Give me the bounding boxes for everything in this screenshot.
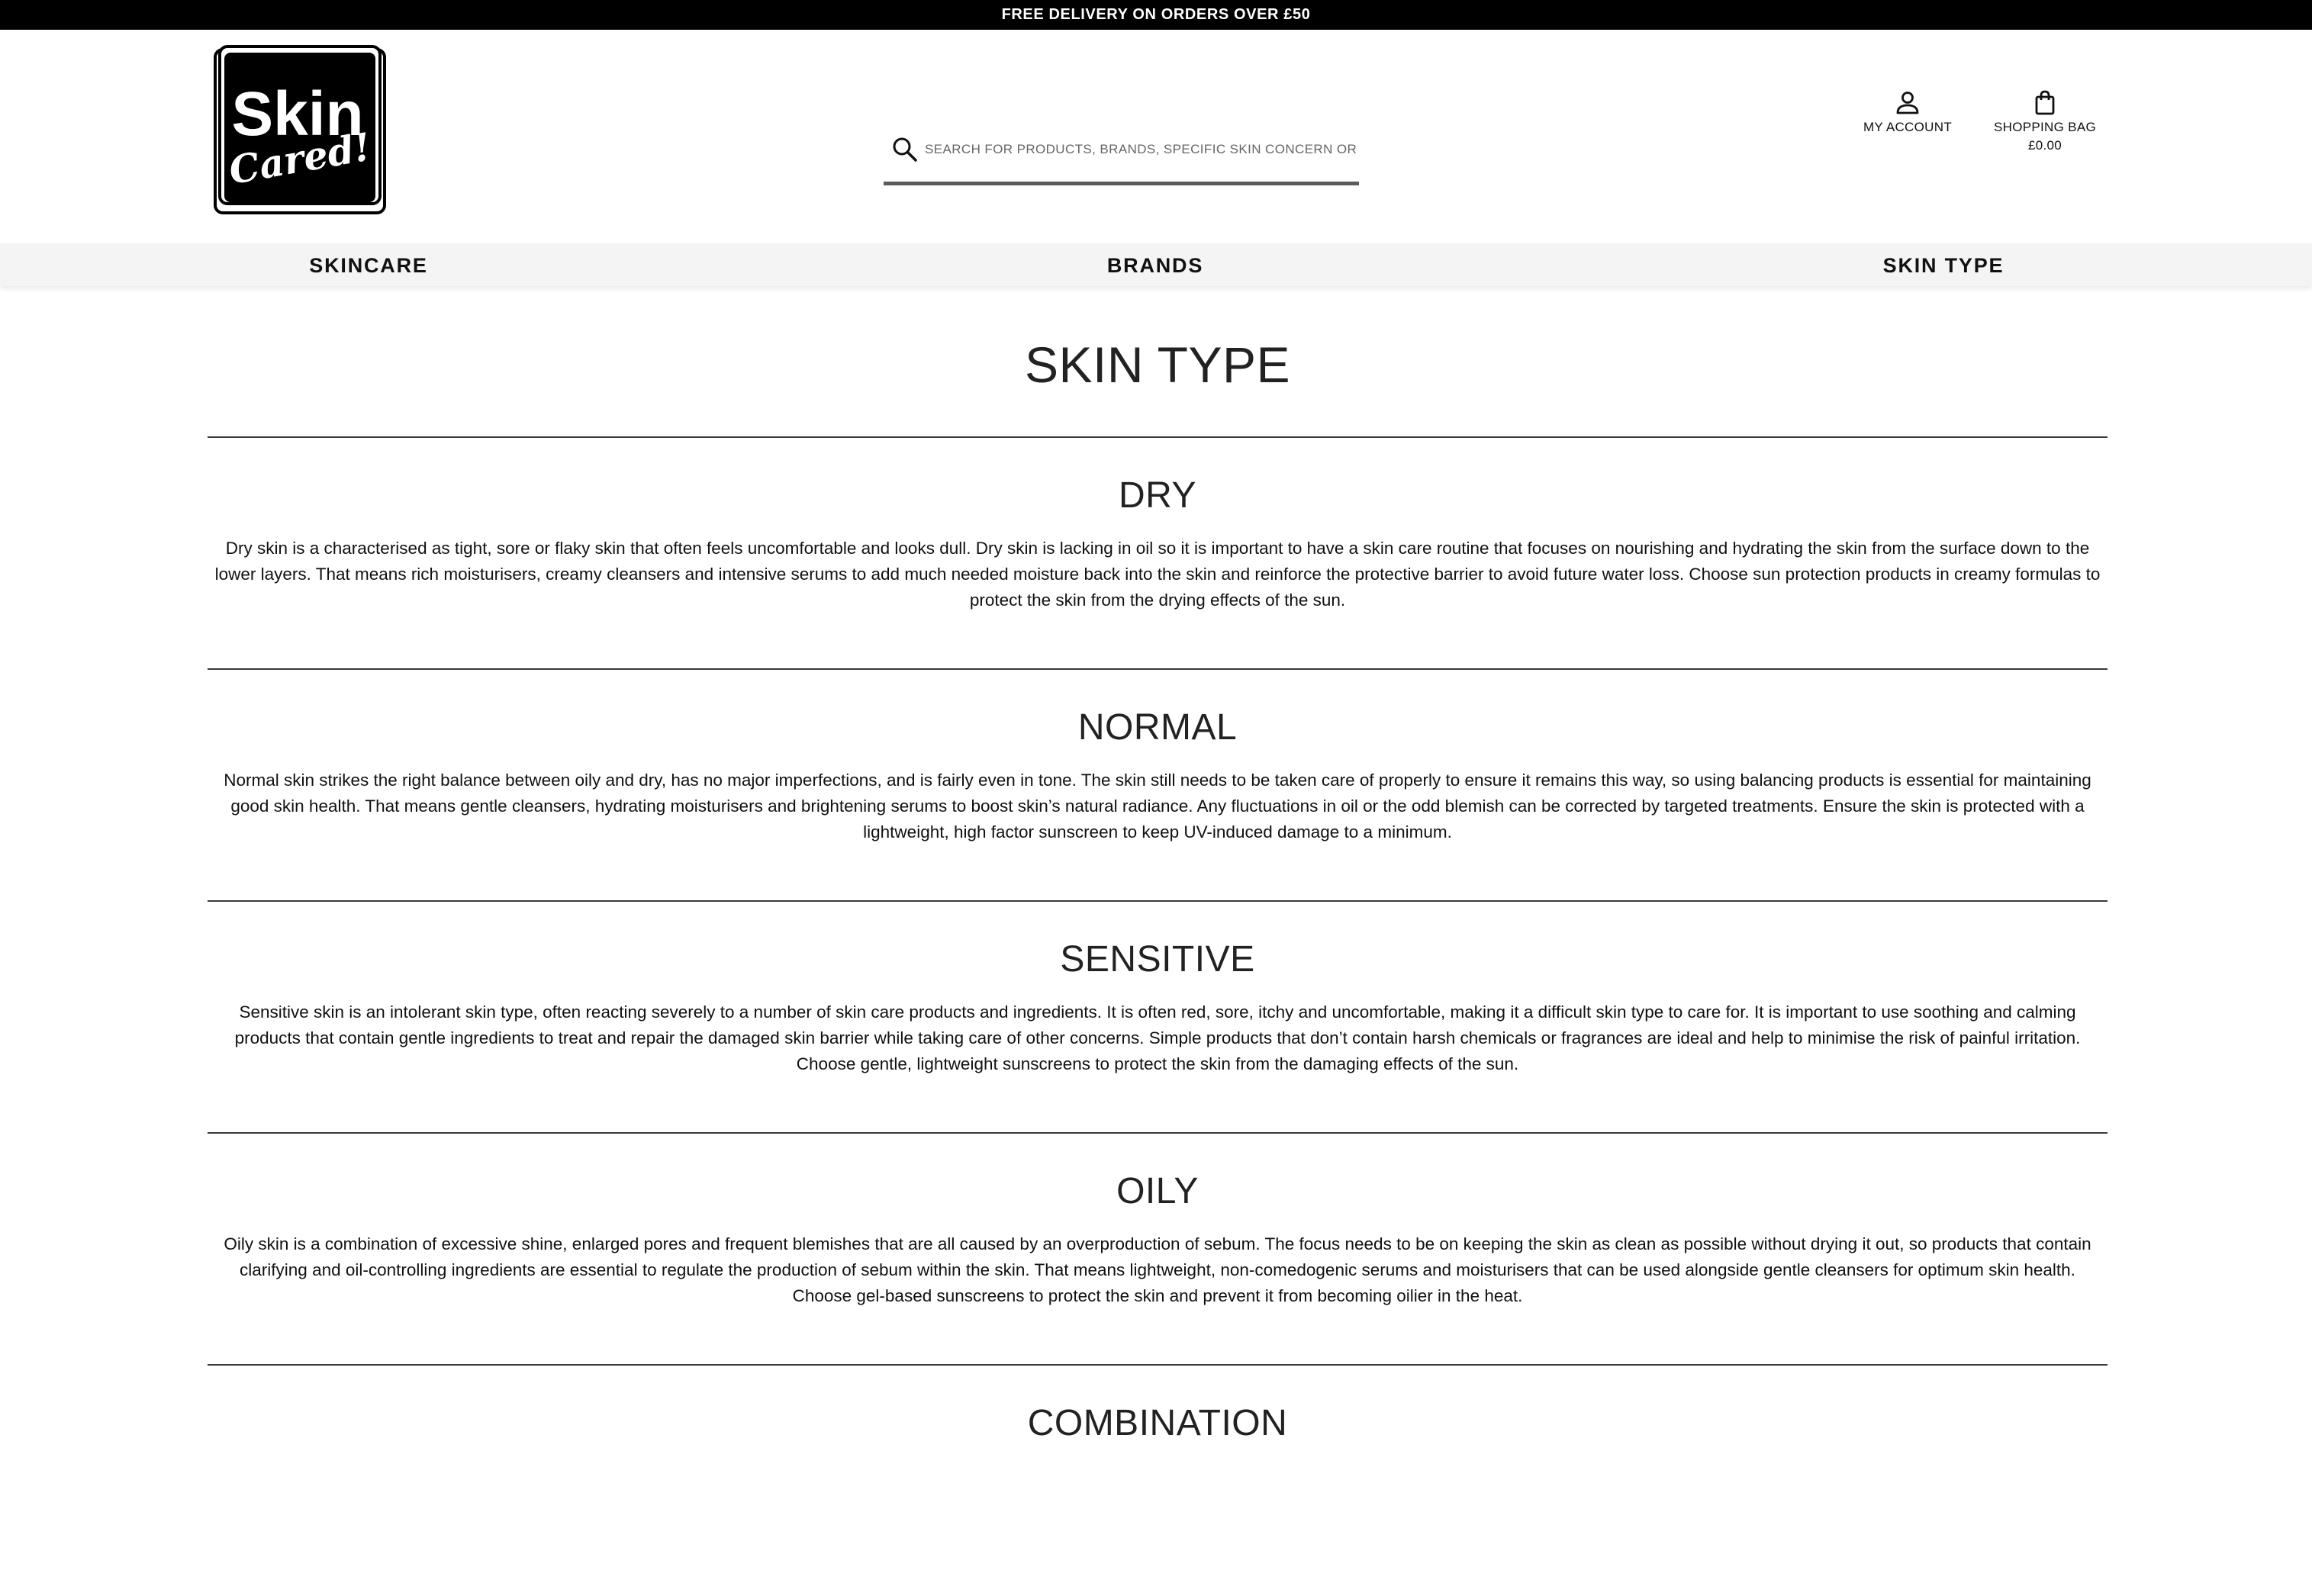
skin-type-section-normal: NORMAL Normal skin strikes the right bal…: [208, 668, 2108, 900]
shopping-bag-icon: [2035, 90, 2055, 115]
logo-image: Skin Cared!: [214, 45, 386, 214]
page-title: SKIN TYPE: [1024, 336, 1291, 393]
section-heading: OILY: [1116, 1171, 1199, 1211]
section-body: Oily skin is a combination of excessive …: [224, 1234, 2091, 1305]
skin-type-section-dry: DRY Dry skin is a characterised as tight…: [208, 436, 2108, 668]
skin-type-section-sensitive: SENSITIVE Sensitive skin is an intoleran…: [208, 900, 2108, 1132]
skin-type-section-combination: COMBINATION: [208, 1364, 2108, 1596]
user-icon: [1896, 92, 1919, 114]
shopping-bag-total: £0.00: [2027, 138, 2062, 153]
section-body: Dry skin is a characterised as tight, so…: [214, 539, 2101, 610]
shopping-bag-button[interactable]: SHOPPING BAG £0.00: [1984, 89, 2106, 155]
section-heading: NORMAL: [1077, 707, 1238, 748]
search-icon[interactable]: [891, 136, 919, 163]
shopping-bag-label: SHOPPING BAG: [1994, 120, 2096, 134]
site-header: Skin Cared! MY ACCOUNT SHOPPING BAG £0.0…: [0, 30, 2312, 243]
promo-banner: FREE DELIVERY ON ORDERS OVER £50: [0, 0, 2312, 30]
section-heading: SENSITIVE: [1060, 939, 1255, 980]
search-input[interactable]: [925, 141, 1359, 157]
nav-item-skincare[interactable]: SKINCARE: [309, 243, 427, 286]
section-body: Normal skin strikes the right balance be…: [224, 771, 2091, 841]
nav-item-skin-type[interactable]: SKIN TYPE: [1883, 243, 2004, 286]
my-account-button[interactable]: MY ACCOUNT: [1854, 89, 1961, 137]
search-bar[interactable]: [884, 117, 1359, 185]
site-logo[interactable]: Skin Cared!: [212, 43, 388, 216]
main-nav: SKINCARE BRANDS SKIN TYPE: [0, 243, 2312, 286]
my-account-label: MY ACCOUNT: [1863, 120, 1953, 134]
skin-type-section-oily: OILY Oily skin is a combination of exces…: [208, 1132, 2108, 1364]
section-heading: COMBINATION: [1027, 1403, 1288, 1443]
section-heading: DRY: [1119, 475, 1196, 516]
promo-banner-text: FREE DELIVERY ON ORDERS OVER £50: [1001, 6, 1311, 23]
section-body: Sensitive skin is an intolerant skin typ…: [234, 1002, 2081, 1073]
nav-item-brands[interactable]: BRANDS: [1107, 243, 1203, 286]
main-content: SKIN TYPE DRY Dry skin is a characterise…: [208, 286, 2108, 1596]
